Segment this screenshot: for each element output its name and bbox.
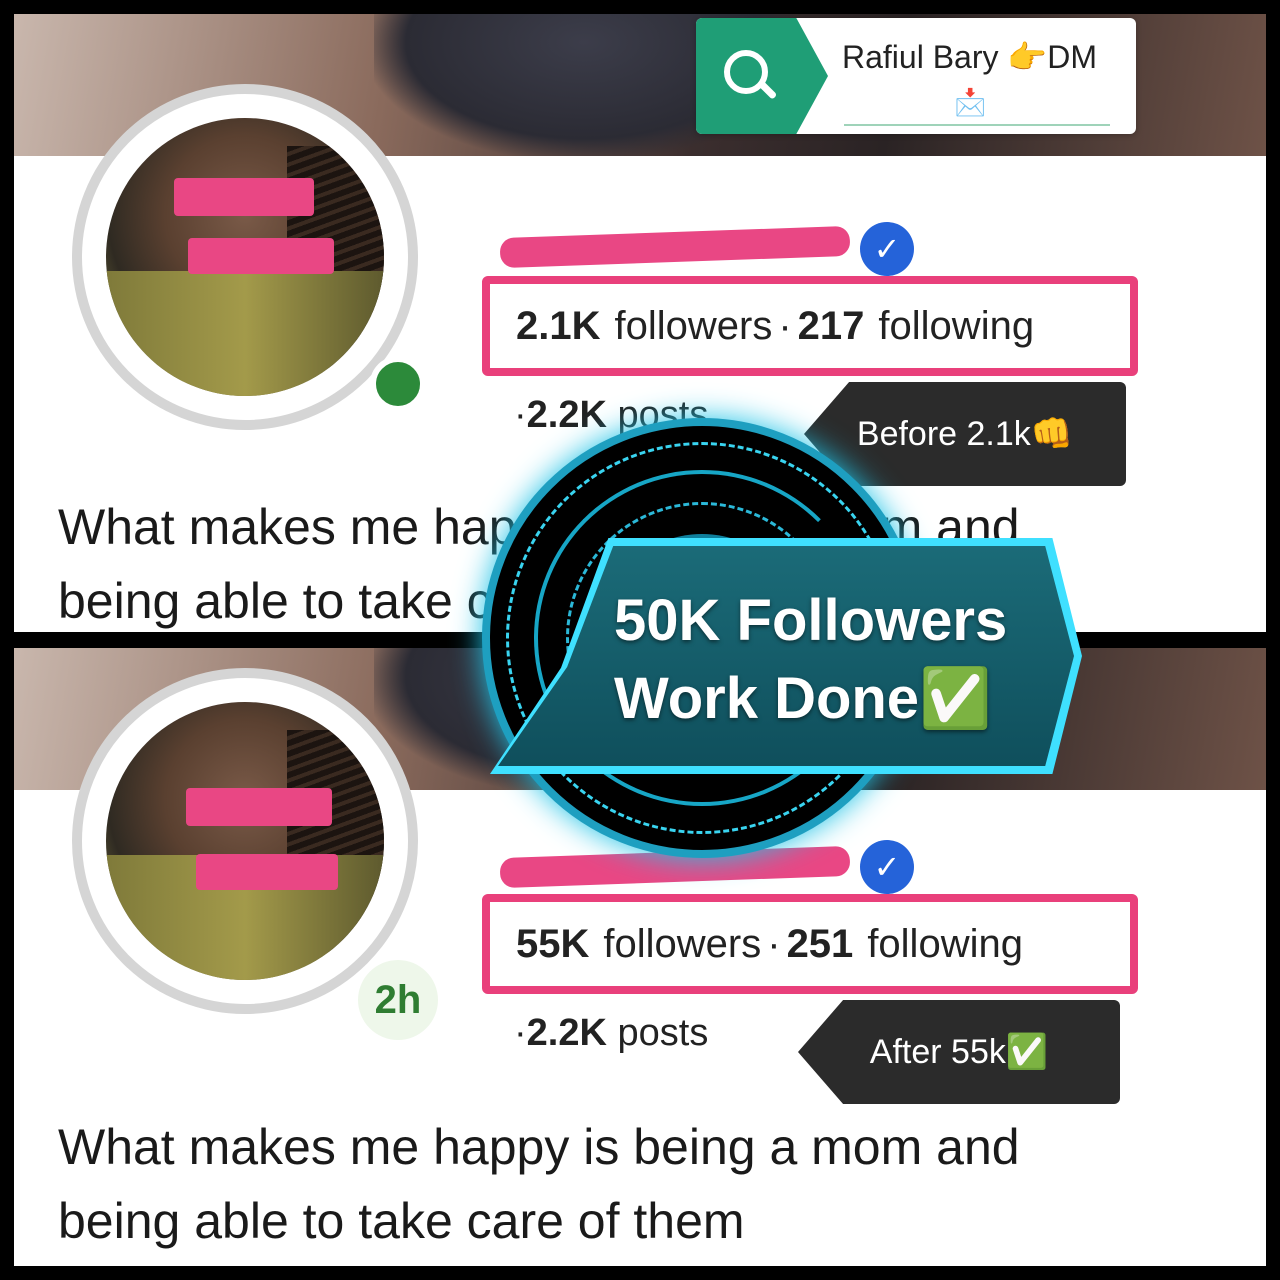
magnifier-icon: [724, 50, 778, 102]
following-label[interactable]: following: [878, 304, 1034, 349]
avatar[interactable]: [72, 84, 426, 430]
face-redaction-bottom: [196, 854, 338, 890]
profile-bio: What makes me happy is being a mom and b…: [58, 1110, 1238, 1258]
story-time-badge: 2h: [358, 960, 438, 1040]
stats-separator: ·: [778, 303, 792, 348]
followers-count[interactable]: 55K: [516, 922, 589, 967]
follower-stats-highlight: 55K followers · 251 following: [482, 894, 1138, 994]
following-count[interactable]: 251: [787, 922, 854, 967]
mail-icon: 📩: [954, 88, 987, 118]
bio-line-1: What makes me happy is being a mom and: [58, 1119, 1020, 1175]
face-redaction-bottom: [188, 238, 334, 274]
posts-label: posts: [617, 1012, 709, 1054]
search-underline: [844, 124, 1110, 126]
stats-separator: ·: [767, 921, 781, 966]
face-redaction-top: [186, 788, 332, 826]
following-label[interactable]: following: [867, 922, 1023, 967]
following-count[interactable]: 217: [798, 304, 865, 349]
username-redaction: [499, 225, 851, 269]
followers-label[interactable]: followers: [603, 922, 761, 967]
posts-count: 2.2K: [526, 1012, 607, 1054]
banner-line-1: 50K Followers: [614, 588, 1008, 653]
search-bar[interactable]: Rafiul Bary 👉DM 📩: [696, 18, 1136, 134]
results-banner: 50K Followers Work Done✅: [490, 538, 1082, 774]
verified-check-icon: ✓: [860, 222, 914, 276]
follower-stats-highlight: 2.1K followers · 217 following: [482, 276, 1138, 376]
search-button[interactable]: [696, 18, 828, 134]
banner-line-2: Work Done✅: [614, 666, 992, 731]
bio-line-2: being able to take care of them: [58, 1193, 745, 1249]
followers-count[interactable]: 2.1K: [516, 304, 601, 349]
posts-count-line: ·2.2K posts: [514, 1012, 708, 1055]
after-callout: After 55k✅: [798, 1000, 1120, 1104]
avatar-photo: [106, 702, 384, 980]
followers-label[interactable]: followers: [615, 304, 773, 349]
search-label: Rafiul Bary 👉DM: [842, 39, 1097, 75]
online-status-dot: [370, 356, 426, 412]
face-redaction-top: [174, 178, 314, 216]
avatar[interactable]: 2h: [72, 668, 438, 1040]
posts-prefix: ·: [514, 1012, 527, 1054]
